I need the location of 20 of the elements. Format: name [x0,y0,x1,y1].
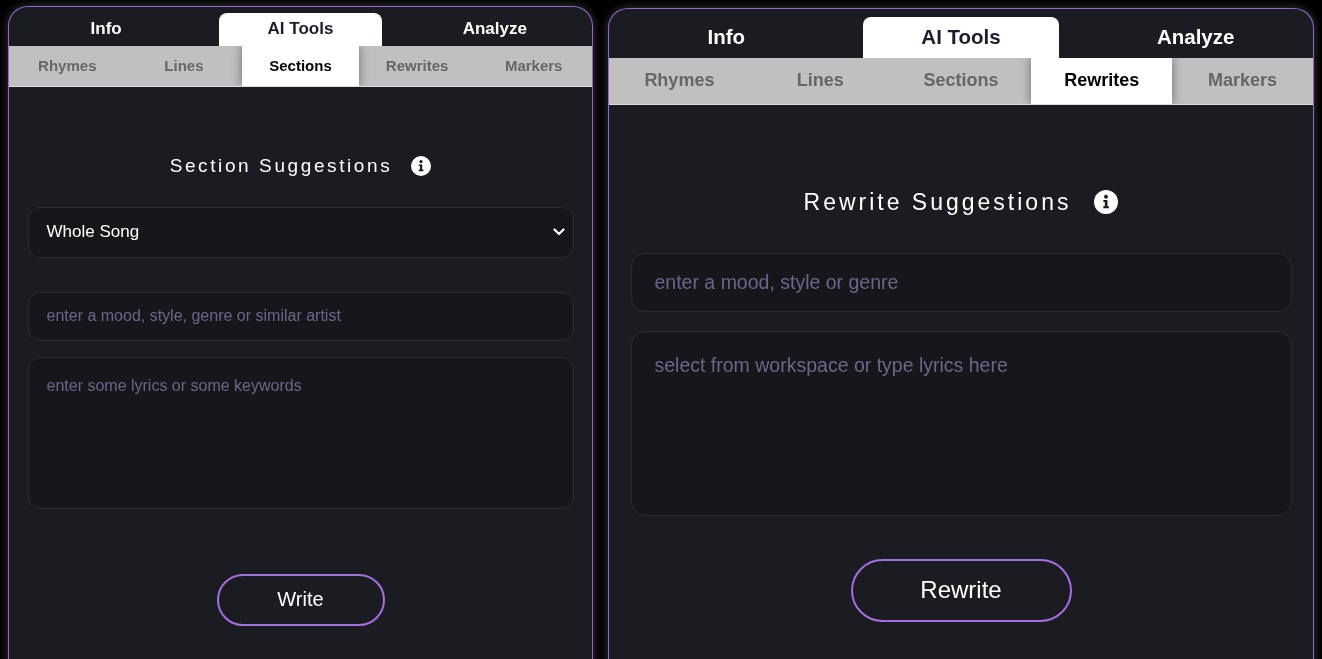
info-icon[interactable] [1094,190,1119,214]
submit-button[interactable]: Rewrite [850,558,1072,622]
main-tab[interactable]: AI Tools [862,16,1060,58]
submit-button[interactable]: Write [216,573,385,626]
style-input-field[interactable]: enter a mood, style or genre [630,252,1292,312]
lyrics-text-area[interactable]: select from workspace or type lyrics here [630,330,1292,516]
sub-tab[interactable]: Rewrites [1031,57,1173,104]
main-tab[interactable]: Analyze [413,12,576,46]
main-tab[interactable]: AI Tools [219,12,382,46]
main-tab[interactable]: Info [628,16,825,58]
main-tab[interactable]: Info [25,12,188,46]
section-heading: Rewrite Suggestions [803,188,1072,216]
section-heading: Section Suggestions [169,154,393,177]
sub-tab[interactable]: Sections [242,45,359,86]
chevron-down-icon [552,228,565,236]
info-icon[interactable] [411,155,432,176]
main-tab[interactable]: Analyze [1097,16,1294,58]
lyrics-text-area[interactable]: enter some lyrics or some keywords [27,356,574,509]
section-dropdown[interactable]: Whole Song [27,206,574,258]
style-input-field[interactable]: enter a mood, style, genre or similar artist [27,291,574,341]
